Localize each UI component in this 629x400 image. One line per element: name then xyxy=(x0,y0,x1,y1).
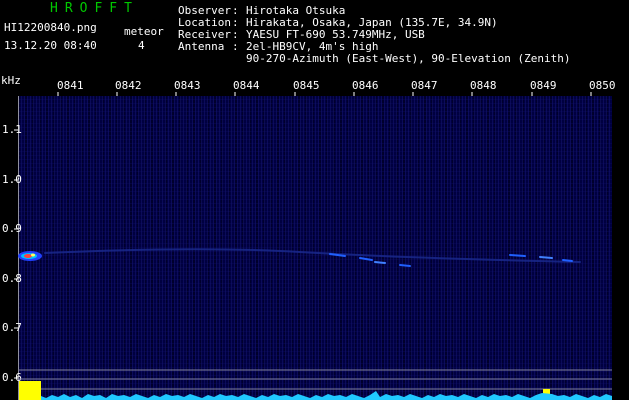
time-tick-marks xyxy=(57,92,592,96)
noise-floor-trace xyxy=(41,391,612,400)
meteor-trace xyxy=(44,248,581,267)
reference-lines xyxy=(18,369,612,390)
freq-tick-marks xyxy=(14,129,18,379)
meteor-echo-burst xyxy=(18,251,42,261)
spectrogram-overlay xyxy=(14,92,612,400)
